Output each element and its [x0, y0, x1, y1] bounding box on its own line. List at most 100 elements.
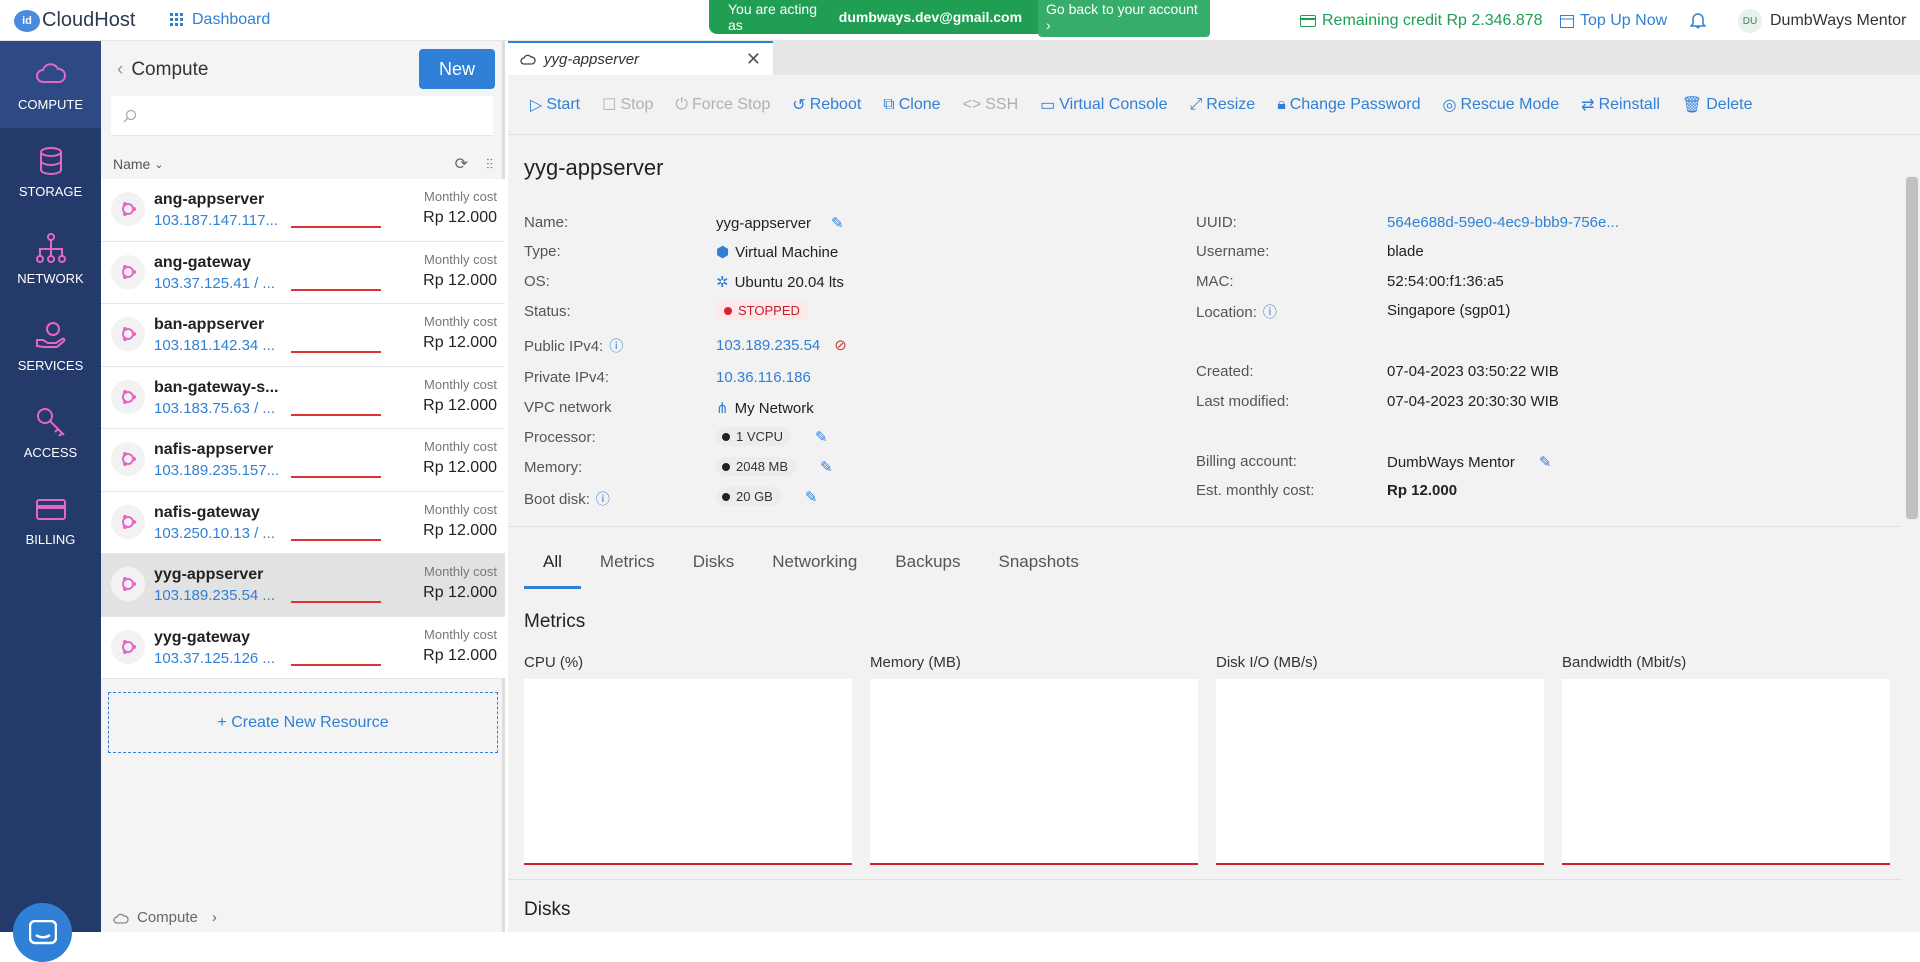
- ubuntu-icon: [111, 254, 145, 289]
- disks-heading: Disks: [524, 899, 571, 920]
- username-label: Username:: [1196, 243, 1270, 260]
- resize-button[interactable]: ⤢ Resize: [1189, 96, 1255, 114]
- nav-storage[interactable]: STORAGE: [0, 128, 101, 215]
- nav-access-label: ACCESS: [23, 445, 78, 460]
- os-value: ✲ Ubuntu 20.04 lts: [716, 273, 844, 292]
- scrollbar-thumb[interactable]: [1906, 177, 1918, 519]
- vpc-value[interactable]: ⋔ My Network: [716, 399, 814, 418]
- rescue-mode-button[interactable]: ◎ Rescue Mode: [1442, 95, 1559, 115]
- list-item[interactable]: ban-gateway-s... 103.183.75.63 / ... Mon…: [101, 366, 505, 429]
- chat-launcher-icon[interactable]: [13, 903, 72, 962]
- cpu-chart: [524, 679, 852, 865]
- force-stop-button[interactable]: ⏻ Force Stop: [675, 96, 770, 114]
- tab-snapshots[interactable]: Snapshots: [980, 546, 1098, 589]
- sort-header: Name ⌄ ⟳ ⫶⫶: [101, 149, 505, 179]
- notification-bell-icon[interactable]: [1689, 11, 1707, 33]
- user-name: DumbWays Mentor: [1770, 12, 1907, 29]
- info-icon[interactable]: ⓘ: [609, 336, 623, 356]
- usage-sparkline: [291, 663, 381, 666]
- refresh-icon[interactable]: ⟳: [455, 154, 468, 174]
- ssh-button[interactable]: <> SSH: [963, 96, 1019, 114]
- reinstall-button[interactable]: ⇄ Reinstall: [1581, 95, 1660, 115]
- divider: [508, 526, 1903, 527]
- nav-billing[interactable]: BILLING: [0, 476, 101, 563]
- tab-disks[interactable]: Disks: [674, 546, 754, 589]
- last-modified-value: 07-04-2023 20:30:30 WIB: [1387, 393, 1559, 410]
- list-item-selected[interactable]: yyg-appserver 103.189.235.54 ... Monthly…: [101, 554, 505, 617]
- tab-metrics[interactable]: Metrics: [581, 546, 674, 589]
- tab-all[interactable]: All: [524, 546, 581, 589]
- start-button[interactable]: ▷ Start: [530, 95, 580, 115]
- top-up-link[interactable]: Top Up Now: [1560, 12, 1667, 30]
- list-item[interactable]: nafis-gateway 103.250.10.13 / ... Monthl…: [101, 491, 505, 554]
- change-password-button[interactable]: 🔒︎ Change Password: [1277, 96, 1420, 114]
- public-ip-value[interactable]: 103.189.235.54 ⊘: [716, 336, 847, 355]
- nav-services-label: SERVICES: [17, 358, 84, 373]
- cloud-icon: [520, 54, 536, 65]
- virtual-console-button[interactable]: ▭ Virtual Console: [1040, 95, 1167, 115]
- tab-networking[interactable]: Networking: [753, 546, 876, 589]
- nav-services[interactable]: SERVICES: [0, 302, 101, 389]
- disk-io-chart: [1216, 679, 1544, 865]
- name-label: Name:: [524, 214, 569, 231]
- scrollbar[interactable]: [1902, 135, 1920, 932]
- avatar: DU: [1738, 9, 1762, 33]
- list-item[interactable]: ang-appserver 103.187.147.117... Monthly…: [101, 179, 505, 242]
- nav-network-label: NETWORK: [17, 271, 84, 286]
- info-icon[interactable]: ⓘ: [1263, 302, 1277, 322]
- lock-icon: 🔒︎: [1277, 95, 1286, 113]
- delete-button[interactable]: 🗑︎ Delete: [1682, 95, 1753, 115]
- lifebuoy-icon: ◎: [1442, 96, 1457, 114]
- location-value: Singapore (sgp01): [1387, 302, 1511, 319]
- private-ip-value[interactable]: 10.36.116.186: [716, 369, 811, 386]
- stop-button[interactable]: ☐ Stop: [602, 95, 653, 115]
- search-box[interactable]: [111, 96, 493, 136]
- type-text: Virtual Machine: [735, 243, 839, 261]
- nav-compute[interactable]: COMPUTE: [0, 41, 101, 128]
- tab-title: yyg-appserver: [544, 50, 640, 68]
- list-item[interactable]: ang-gateway 103.37.125.41 / ... Monthly …: [101, 241, 505, 304]
- close-icon[interactable]: ✕: [746, 49, 761, 70]
- edit-pencil-icon[interactable]: ✎: [831, 214, 844, 232]
- tab-backups[interactable]: Backups: [876, 546, 979, 589]
- back-chevron-icon[interactable]: ‹: [117, 59, 123, 81]
- nav-network[interactable]: NETWORK: [0, 215, 101, 302]
- sort-by-name[interactable]: Name ⌄: [113, 156, 164, 172]
- list-item[interactable]: nafis-appserver 103.189.235.157... Month…: [101, 429, 505, 492]
- clone-label: Clone: [898, 95, 941, 113]
- edit-pencil-icon[interactable]: ✎: [805, 488, 818, 506]
- code-icon: <>: [962, 95, 982, 113]
- start-label: Start: [546, 95, 581, 113]
- filter-settings-icon[interactable]: ⫶⫶: [486, 156, 493, 173]
- block-icon[interactable]: ⊘: [834, 336, 847, 354]
- info-icon[interactable]: ⓘ: [596, 489, 610, 509]
- top-bar: id CloudHost Dashboard You are acting as…: [0, 0, 1920, 41]
- brand-logo[interactable]: id CloudHost: [14, 9, 135, 32]
- detail-tabs: All Metrics Disks Networking Backups Sna…: [524, 546, 1098, 589]
- new-button[interactable]: New: [419, 49, 495, 89]
- go-back-button[interactable]: Go back to your account ›: [1038, 0, 1210, 37]
- usage-sparkline: [291, 413, 381, 416]
- chevron-right-icon: ›: [211, 909, 217, 926]
- edit-pencil-icon[interactable]: ✎: [1539, 453, 1552, 471]
- user-menu[interactable]: DU DumbWays Mentor: [1738, 9, 1906, 33]
- list-item[interactable]: yyg-gateway 103.37.125.126 ... Monthly c…: [101, 616, 505, 679]
- uuid-value[interactable]: 564e688d-59e0-4ec9-bbb9-756e...: [1387, 214, 1619, 231]
- tab-yyg-appserver[interactable]: yyg-appserver ✕: [508, 41, 773, 75]
- list-item[interactable]: ban-appserver 103.181.142.34 ... Monthly…: [101, 304, 505, 367]
- nav-billing-label: BILLING: [25, 532, 76, 547]
- mac-value: 52:54:00:f1:36:a5: [1387, 273, 1504, 290]
- edit-pencil-icon[interactable]: ✎: [815, 428, 828, 446]
- created-value: 07-04-2023 03:50:22 WIB: [1387, 363, 1559, 380]
- breadcrumb[interactable]: Compute ›: [113, 909, 217, 926]
- create-new-resource-button[interactable]: + Create New Resource: [108, 692, 498, 753]
- cpu-chart-title: CPU (%): [524, 654, 584, 671]
- edit-pencil-icon[interactable]: ✎: [820, 458, 833, 476]
- search-input[interactable]: [145, 107, 475, 124]
- dashboard-link[interactable]: Dashboard: [170, 11, 270, 29]
- nav-access[interactable]: ACCESS: [0, 389, 101, 476]
- reboot-button[interactable]: ↺ Reboot: [792, 95, 861, 115]
- main-nav: COMPUTE STORAGE NETWORK SERVICES ACCESS …: [0, 41, 101, 962]
- ubuntu-icon: [111, 442, 145, 476]
- clone-button[interactable]: ⧉ Clone: [883, 96, 940, 114]
